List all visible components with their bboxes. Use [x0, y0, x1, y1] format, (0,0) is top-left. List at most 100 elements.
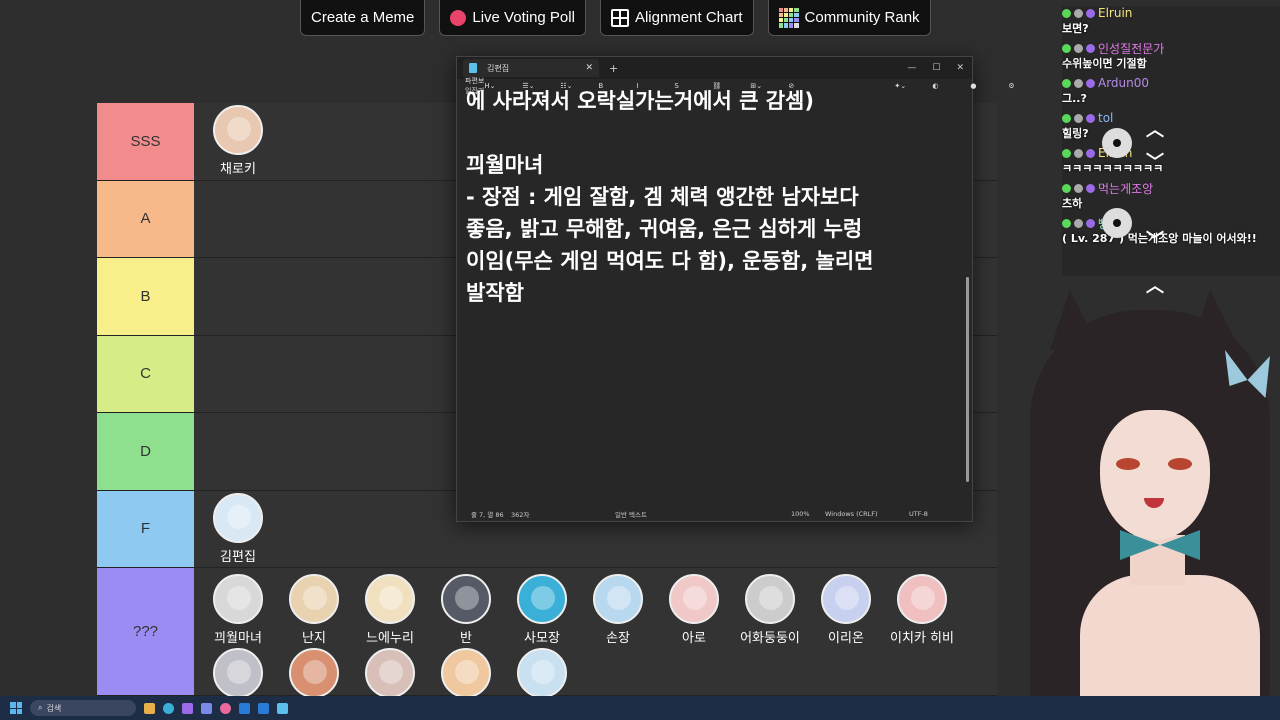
avatar [365, 574, 415, 624]
gear-icon[interactable] [1102, 128, 1132, 158]
tier-row: ??? 끠월마녀 난지 느에누리 반 사모장 손장 아로 어화둥둥이 이리온 이치카 히비 [97, 568, 997, 698]
chat-username[interactable]: 먹는게조앙 [1098, 180, 1153, 197]
chrome-icon[interactable] [163, 702, 174, 714]
card-name: 채로키 [220, 162, 256, 177]
notepad-tab[interactable]: 김편집 ✕ [463, 59, 599, 77]
vscode-icon[interactable] [258, 702, 269, 714]
chat-overlay: Elruin 보면? 인성질전문가 수위높이면 기절함 Ardun00 그..? tol 힐링… [1062, 6, 1280, 276]
chat-message-header: Elruin [1062, 146, 1280, 160]
tier-card[interactable]: 난지 [276, 572, 352, 646]
card-name: 손장 [606, 631, 630, 646]
notepad-window[interactable]: 김편집 ✕ + — ☐ ✕ 파일 편집 보기 H⌄ ☰⌄ ☷⌄ B I S ⛓ … [456, 56, 1015, 522]
close-tab-icon[interactable]: ✕ [585, 63, 593, 73]
file-explorer-icon[interactable] [144, 702, 155, 714]
chat-text: 츠하 [1062, 197, 1083, 210]
chat-text: 그..? [1062, 92, 1087, 105]
taskbar-search[interactable]: ⌕ 검색 [30, 700, 136, 716]
live-voting-poll-button[interactable]: Live Voting Poll [439, 0, 586, 36]
chevron-down-icon[interactable]: ﹀ [1146, 226, 1164, 252]
tier-label[interactable]: SSS [97, 103, 194, 180]
avatar-eye-right [1168, 458, 1192, 470]
grid-icon [610, 8, 629, 27]
editor-line: - 장점 : 게임 잘함, 겜 체력 앵간한 남자보다 [466, 185, 859, 209]
tier-card[interactable]: 반 [428, 572, 504, 646]
avatar [669, 574, 719, 624]
chat-username[interactable]: Elruin [1098, 6, 1132, 20]
tier-label[interactable]: F [97, 490, 194, 567]
tier-card[interactable]: 느에누리 [352, 572, 428, 646]
chat-badge-icon [1074, 218, 1083, 228]
tier-drop-zone[interactable]: 끠월마녀 난지 느에누리 반 사모장 손장 아로 어화둥둥이 이리온 이치카 히비 [194, 568, 997, 698]
settings-icon[interactable]: ⚙ [1008, 82, 1038, 90]
tier-label[interactable]: ??? [97, 568, 194, 695]
community-rank-button[interactable]: Community Rank [767, 0, 931, 36]
tier-card[interactable]: 어화둥둥이 [732, 572, 808, 646]
avatar [441, 574, 491, 624]
chat-badge-icon [1074, 148, 1083, 158]
maximize-icon[interactable]: ☐ [932, 63, 940, 73]
chat-message-header: 인성질전문가 [1062, 40, 1280, 57]
tier-label[interactable]: C [97, 335, 194, 412]
app-icon[interactable] [201, 702, 212, 714]
windows-start-icon[interactable] [10, 702, 22, 714]
chat-username[interactable]: tol [1098, 111, 1113, 125]
tier-card[interactable]: 손장 [580, 572, 656, 646]
scrollbar-thumb[interactable] [966, 277, 969, 482]
chat-badge-icon [1074, 8, 1083, 18]
status-mode: 일반 텍스트 [615, 511, 647, 519]
notepad-taskbar-icon[interactable] [277, 702, 288, 714]
chat-text: ( Lv. 287 ) 먹는게조앙 마늘이 어서와!! [1062, 232, 1257, 245]
editor-line: 에 사라져서 오락실가는거에서 큰 감셈) [466, 89, 814, 113]
gear-icon[interactable] [1102, 208, 1132, 238]
notepad-icon [469, 63, 477, 73]
new-tab-button[interactable]: + [609, 62, 618, 75]
account-icon[interactable]: ● [970, 82, 1000, 90]
avatar [213, 105, 263, 155]
chevron-down-icon[interactable]: ﹀ [1146, 148, 1164, 174]
status-line-ending: Windows (CRLF) [825, 510, 878, 518]
tier-card[interactable]: 이리온 [808, 572, 884, 646]
chat-message-header: 먹는게조앙 [1062, 180, 1280, 197]
notepad-editor[interactable]: 에 사라져서 오락실가는거에서 큰 감셈) 끠월마녀 - 장점 : 게임 잘함, 겜… [466, 85, 961, 505]
tier-card[interactable]: 끠월마녀 [200, 572, 276, 646]
alignment-chart-label: Alignment Chart [634, 9, 743, 26]
editor-line: 좋음, 밝고 무해함, 귀여움, 은근 심하게 누렁 [466, 217, 863, 241]
top-toolbar: Create a Meme Live Voting Poll Alignment… [300, 0, 931, 36]
avatar [821, 574, 871, 624]
tier-card[interactable]: 사모장 [504, 572, 580, 646]
notepad-titlebar: 김편집 ✕ + — ☐ ✕ [457, 57, 972, 79]
avatar [745, 574, 795, 624]
tier-label[interactable]: B [97, 258, 194, 335]
alignment-chart-button[interactable]: Alignment Chart [599, 0, 754, 36]
chat-username[interactable]: 인성질전문가 [1098, 40, 1164, 57]
status-chars: 362자 [511, 511, 530, 519]
vscode-icon[interactable] [239, 702, 250, 714]
avatar [517, 574, 567, 624]
notepad-scrollbar[interactable] [966, 97, 969, 537]
tier-card[interactable]: 채로키 [200, 103, 276, 177]
tier-card[interactable]: 김편집 [200, 491, 276, 565]
avatar [517, 648, 567, 698]
avatar [213, 574, 263, 624]
avatar [897, 574, 947, 624]
create-meme-button[interactable]: Create a Meme [300, 0, 426, 36]
tier-card[interactable]: 아로 [656, 572, 732, 646]
tier-label[interactable]: A [97, 180, 194, 257]
minimize-icon[interactable]: — [907, 63, 916, 73]
chevron-up-icon[interactable]: ︿ [1146, 116, 1164, 142]
chat-badge-icon [1086, 183, 1095, 193]
chat-badge-icon [1062, 78, 1071, 88]
tier-label[interactable]: D [97, 413, 194, 490]
create-meme-label: Create a Meme [311, 9, 415, 26]
chat-username[interactable]: Ardun00 [1098, 76, 1149, 90]
close-window-icon[interactable]: ✕ [956, 63, 964, 73]
obs-icon[interactable] [182, 702, 193, 714]
pixel-grid-icon [778, 7, 799, 28]
chat-message: 빵떡( Lv. 287 ) 먹는게조앙 마늘이 어서와!! [1062, 216, 1280, 246]
chat-badge-icon [1086, 113, 1095, 123]
chat-text: 수위높이면 기절함 [1062, 57, 1147, 70]
chat-badge-icon [1062, 8, 1071, 18]
discord-icon[interactable] [220, 702, 231, 714]
tier-card[interactable]: 이치카 히비 [884, 572, 960, 646]
chat-badge-icon [1062, 148, 1071, 158]
